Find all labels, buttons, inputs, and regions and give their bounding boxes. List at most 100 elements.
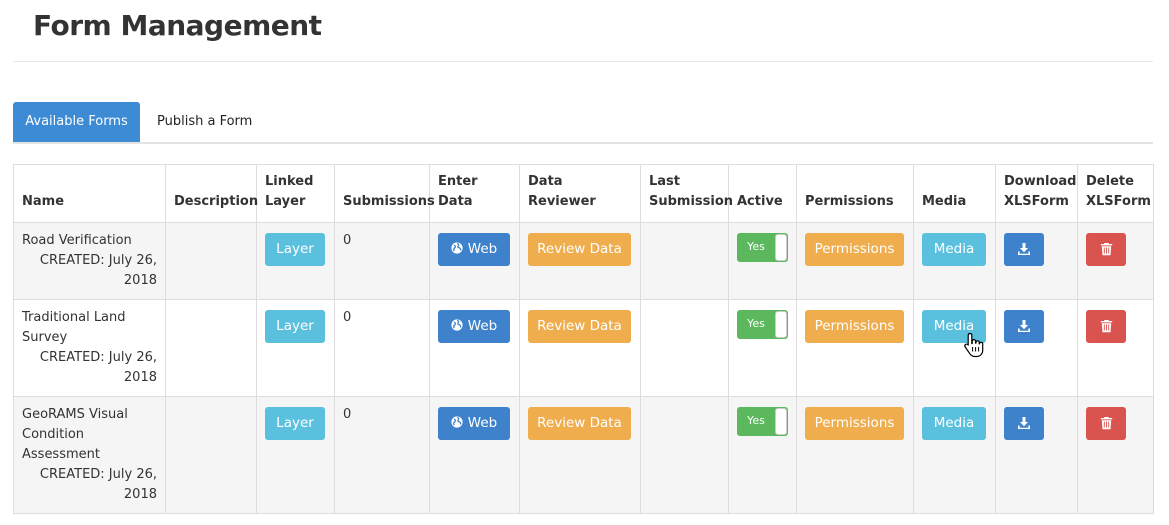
tab-bar: Available Forms Publish a Form xyxy=(13,102,1153,144)
web-button-label: Web xyxy=(467,318,498,334)
cell-description xyxy=(165,222,257,300)
delete-xlsform-button[interactable] xyxy=(1086,233,1126,266)
table-row: Road Verification CREATED: July 26, 2018 L… xyxy=(13,222,1154,300)
cell-submissions: 0 xyxy=(334,299,430,397)
header-submissions: Submissions xyxy=(334,164,435,223)
form-created-date: CREATED: July 26, 2018 xyxy=(39,467,157,502)
permissions-button[interactable]: Permissions xyxy=(805,233,904,266)
active-toggle[interactable]: Yes xyxy=(737,310,788,339)
cell-linked-layer: Layer xyxy=(256,299,335,397)
cell-permissions: Permissions xyxy=(796,396,914,514)
cell-active: Yes xyxy=(728,396,797,514)
cell-enter-data: Web xyxy=(429,396,520,514)
tab-available-forms[interactable]: Available Forms xyxy=(13,102,140,142)
cell-name: GeoRAMS Visual Condition Assessment CREAT… xyxy=(13,396,166,514)
review-data-button[interactable]: Review Data xyxy=(528,310,631,343)
trash-icon xyxy=(1100,243,1112,256)
web-button[interactable]: Web xyxy=(438,233,510,266)
cell-linked-layer: Layer xyxy=(256,396,335,514)
download-xlsform-button[interactable] xyxy=(1004,407,1044,440)
cell-data-reviewer: Review Data xyxy=(519,299,641,397)
web-button-label: Web xyxy=(467,241,498,257)
cell-description xyxy=(165,396,257,514)
review-data-button[interactable]: Review Data xyxy=(528,233,631,266)
cell-active: Yes xyxy=(728,299,797,397)
cell-download xyxy=(995,222,1078,300)
submissions-count: 0 xyxy=(343,233,352,248)
header-name: Name xyxy=(13,164,166,223)
layer-button[interactable]: Layer xyxy=(265,233,325,266)
web-button-label: Web xyxy=(467,415,498,431)
cell-last-submission xyxy=(640,222,729,300)
download-icon xyxy=(1018,243,1030,255)
toggle-knob xyxy=(775,408,787,435)
permissions-button[interactable]: Permissions xyxy=(805,407,904,440)
header-media: Media xyxy=(913,164,996,223)
header-last-submission: Last Submission xyxy=(640,164,733,223)
active-toggle-label: Yes xyxy=(747,414,765,427)
globe-icon xyxy=(451,242,463,254)
cell-data-reviewer: Review Data xyxy=(519,396,641,514)
form-created-date: CREATED: July 26, 2018 xyxy=(39,253,157,288)
cell-name: Traditional Land Survey CREATED: July 26,… xyxy=(13,299,166,397)
cell-submissions: 0 xyxy=(334,396,430,514)
cell-submissions: 0 xyxy=(334,222,430,300)
active-toggle[interactable]: Yes xyxy=(737,233,788,262)
form-name: GeoRAMS Visual Condition Assessment xyxy=(22,407,128,462)
header-data-reviewer: Data Reviewer xyxy=(519,164,641,223)
header-permissions: Permissions xyxy=(796,164,914,223)
active-toggle[interactable]: Yes xyxy=(737,407,788,436)
submissions-count: 0 xyxy=(343,310,352,325)
cell-name: Road Verification CREATED: July 26, 2018 xyxy=(13,222,166,300)
active-toggle-label: Yes xyxy=(747,317,765,330)
delete-xlsform-button[interactable] xyxy=(1086,310,1126,343)
trash-icon xyxy=(1100,320,1112,333)
form-created-date: CREATED: July 26, 2018 xyxy=(39,350,157,385)
title-divider xyxy=(13,61,1153,62)
cell-last-submission xyxy=(640,299,729,397)
table-header-row: Name Description Linked Layer Submission… xyxy=(13,164,1154,223)
web-button[interactable]: Web xyxy=(438,310,510,343)
layer-button[interactable]: Layer xyxy=(265,407,325,440)
review-data-button[interactable]: Review Data xyxy=(528,407,631,440)
header-enter-data: Enter Data xyxy=(429,164,520,223)
download-xlsform-button[interactable] xyxy=(1004,310,1044,343)
header-linked-layer: Linked Layer xyxy=(256,164,335,223)
hand-pointer-icon xyxy=(964,332,984,358)
media-button[interactable]: Media xyxy=(922,233,986,266)
cell-download xyxy=(995,396,1078,514)
cell-linked-layer: Layer xyxy=(256,222,335,300)
cell-enter-data: Web xyxy=(429,299,520,397)
layer-button[interactable]: Layer xyxy=(265,310,325,343)
toggle-knob xyxy=(775,311,787,338)
globe-icon xyxy=(451,416,463,428)
cell-delete xyxy=(1077,299,1154,397)
media-button[interactable]: Media xyxy=(922,407,986,440)
header-delete-xlsform: Delete XLSForm xyxy=(1077,164,1154,223)
form-name: Road Verification xyxy=(22,233,132,248)
cell-delete xyxy=(1077,222,1154,300)
cell-media: Media xyxy=(913,222,996,300)
download-xlsform-button[interactable] xyxy=(1004,233,1044,266)
toggle-knob xyxy=(775,234,787,261)
trash-icon xyxy=(1100,417,1112,430)
cell-delete xyxy=(1077,396,1154,514)
table-row: GeoRAMS Visual Condition Assessment CREAT… xyxy=(13,396,1154,514)
delete-xlsform-button[interactable] xyxy=(1086,407,1126,440)
form-name: Traditional Land Survey xyxy=(22,310,126,345)
permissions-button[interactable]: Permissions xyxy=(805,310,904,343)
cell-permissions: Permissions xyxy=(796,299,914,397)
download-icon xyxy=(1018,417,1030,429)
globe-icon xyxy=(451,319,463,331)
web-button[interactable]: Web xyxy=(438,407,510,440)
cell-active: Yes xyxy=(728,222,797,300)
cell-permissions: Permissions xyxy=(796,222,914,300)
cell-last-submission xyxy=(640,396,729,514)
cell-enter-data: Web xyxy=(429,222,520,300)
submissions-count: 0 xyxy=(343,407,352,422)
header-download-xlsform: Download XLSForm xyxy=(995,164,1078,223)
header-description: Description xyxy=(165,164,258,223)
cell-media: Media xyxy=(913,396,996,514)
tab-publish-form[interactable]: Publish a Form xyxy=(143,102,266,142)
page-title: Form Management xyxy=(33,9,322,42)
